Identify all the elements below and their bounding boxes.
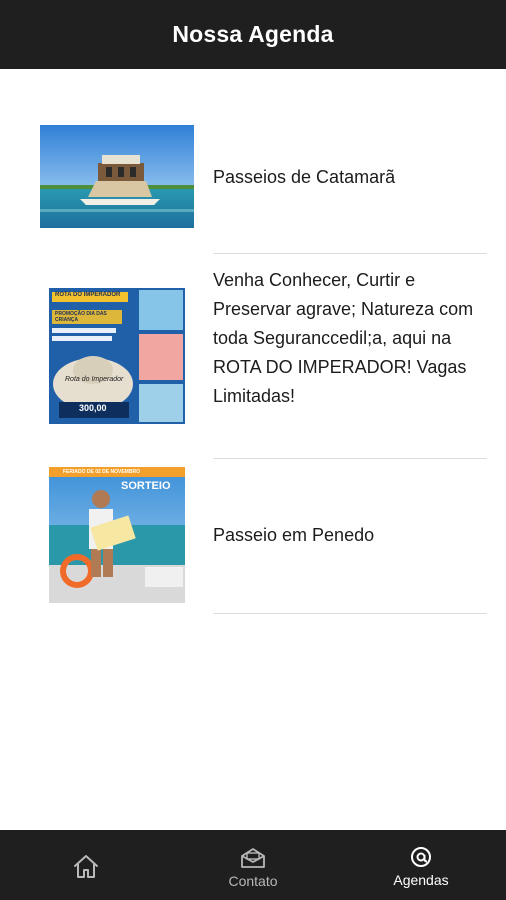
page-title: Nossa Agenda [172, 21, 334, 47]
event-title: Passeios de Catamarã [213, 167, 396, 187]
home-icon [71, 851, 101, 886]
flyer-hat-text: Rota do Imperador [65, 376, 124, 383]
envelope-icon [240, 847, 266, 869]
flyer-top-text: FERIADO DE 02 DE NOVEMBRO [63, 469, 140, 475]
app-header: Nossa Agenda [0, 0, 506, 69]
event-title: Venha Conhecer, Curtir e Preservar agrav… [213, 270, 474, 406]
list-item[interactable]: FERIADO DE 02 DE NOVEMBRO SORTEIO Passei… [0, 459, 506, 614]
event-title: Passeio em Penedo [213, 525, 375, 545]
catamaran-photo [40, 125, 194, 228]
tab-label: Agendas [393, 872, 449, 888]
list-item[interactable]: Passeios de Catamarã [0, 69, 506, 254]
tab-home[interactable] [56, 830, 116, 900]
tab-label: Contato [228, 873, 278, 889]
list-item[interactable]: ROTA DO IMPERADOR PROMOÇÃO DIA DAS CRIAN… [0, 254, 506, 459]
divider [213, 613, 487, 614]
flyer-price-text: 300,00 [79, 403, 107, 413]
at-sign-icon [410, 846, 432, 868]
tab-agendas[interactable]: Agendas [381, 830, 461, 900]
flyer-top-text: ROTA DO IMPERADOR [55, 292, 121, 298]
flyer-promo-text: PROMOÇÃO DIA DAS CRIANÇA [55, 311, 107, 323]
tab-contato[interactable]: Contato [213, 830, 293, 900]
flyer-headline-text: SORTEIO [121, 480, 171, 492]
sorteio-flyer: FERIADO DE 02 DE NOVEMBRO SORTEIO [49, 467, 185, 603]
rota-do-imperador-flyer: ROTA DO IMPERADOR PROMOÇÃO DIA DAS CRIAN… [49, 288, 185, 424]
tab-bar: Contato Agendas [0, 830, 506, 900]
